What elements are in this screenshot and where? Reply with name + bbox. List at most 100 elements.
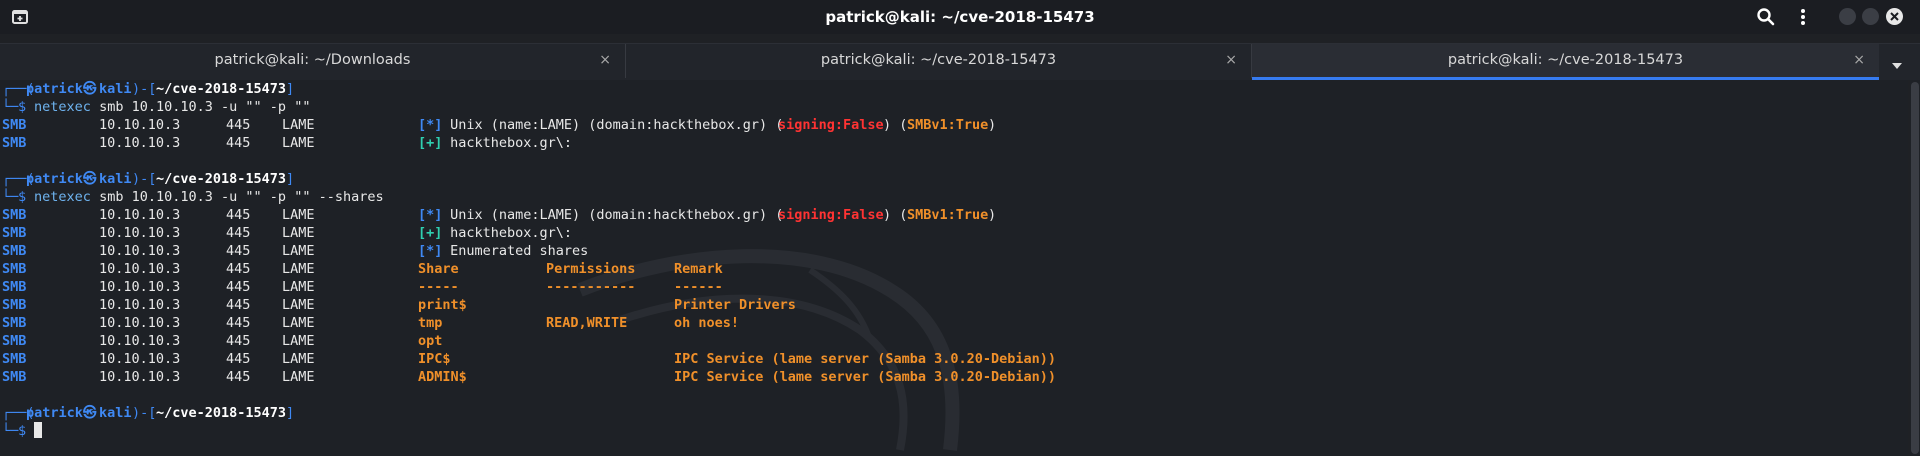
port: 445 [226, 297, 251, 313]
proto-label: SMB [2, 369, 27, 385]
share-name: tmp [418, 315, 443, 331]
output-line: SMB 10.10.10.3 445 LAME [+] hackthebox.g… [2, 224, 1902, 242]
ip-address: 10.10.10.3 [99, 225, 181, 241]
prompt-user: patrick [26, 81, 83, 97]
port: 445 [226, 279, 251, 295]
tab-close-icon[interactable]: × [1225, 52, 1237, 68]
command-line: └─ $ netexec smb 10.10.10.3 -u "" -p "" … [2, 188, 1902, 206]
tab-bar: patrick@kali: ~/Downloads × patrick@kali… [0, 43, 1920, 80]
terminal-scrollbar[interactable] [1910, 80, 1920, 456]
share-divider: ----- [418, 279, 459, 295]
prompt-user: patrick [26, 405, 83, 421]
signing-status: signing:False [778, 117, 884, 133]
info-tag: [*] [418, 243, 443, 259]
tab-downloads[interactable]: patrick@kali: ~/Downloads × [0, 44, 626, 78]
command-args: smb 10.10.10.3 -u "" -p "" [91, 99, 311, 115]
command-name: netexec [34, 99, 91, 115]
prompt-at-icon: ㉿ [83, 171, 97, 187]
ip-address: 10.10.10.3 [99, 333, 181, 349]
tab-label: patrick@kali: ~/Downloads [214, 52, 411, 68]
minimize-icon[interactable] [1839, 8, 1856, 25]
proto-label: SMB [2, 117, 27, 133]
share-row: SMB 10.10.10.3 445 LAME print$ Printer D… [2, 296, 1902, 314]
tab-cve-2018-15473[interactable]: patrick@kali: ~/cve-2018-15473 × [626, 44, 1252, 78]
maximize-icon[interactable] [1862, 8, 1879, 25]
port: 445 [226, 207, 251, 223]
output-line: SMB 10.10.10.3 445 LAME [+] hackthebox.g… [2, 134, 1902, 152]
share-name: IPC$ [418, 351, 451, 367]
share-row: SMB 10.10.10.3 445 LAME ADMIN$ IPC Servi… [2, 368, 1902, 386]
hostname: LAME [282, 369, 315, 385]
command-args: smb 10.10.10.3 -u "" -p "" --shares [91, 189, 384, 205]
ip-address: 10.10.10.3 [99, 117, 181, 133]
output-line: SMB 10.10.10.3 445 LAME [*] Unix (name:L… [2, 206, 1902, 224]
port: 445 [226, 315, 251, 331]
proto-label: SMB [2, 261, 27, 277]
terminal-output[interactable]: ┌──( patrick ㉿ kali )-[ ~/cve-2018-15473… [0, 80, 1908, 456]
port: 445 [226, 333, 251, 349]
port: 445 [226, 117, 251, 133]
tab-cve-2018-15473-active[interactable]: patrick@kali: ~/cve-2018-15473 × [1252, 44, 1879, 80]
port: 445 [226, 261, 251, 277]
prompt-separator: )-[ [132, 81, 157, 97]
enum-text: Enumerated shares [442, 243, 589, 259]
prompt-bracket-end: ] [286, 405, 295, 421]
prompt-path: ~/cve-2018-15473 [156, 171, 287, 187]
close-icon[interactable] [1886, 8, 1903, 25]
tab-close-icon[interactable]: × [1853, 52, 1865, 68]
kebab-menu-icon[interactable] [1796, 6, 1810, 28]
ip-address: 10.10.10.3 [99, 315, 181, 331]
title-bar: patrick@kali: ~/cve-2018-15473 [0, 0, 1920, 34]
ip-address: 10.10.10.3 [99, 135, 181, 151]
share-divider-row: SMB 10.10.10.3 445 LAME ----- ----------… [2, 278, 1902, 296]
prompt-path: ~/cve-2018-15473 [156, 81, 287, 97]
proto-label: SMB [2, 351, 27, 367]
port: 445 [226, 135, 251, 151]
permissions-column-header: Permissions [546, 261, 636, 277]
share-row: SMB 10.10.10.3 445 LAME IPC$ IPC Service… [2, 350, 1902, 368]
output-line: SMB 10.10.10.3 445 LAME [*] Unix (name:L… [2, 116, 1902, 134]
info-text-end: ) [988, 207, 997, 223]
proto-label: SMB [2, 225, 27, 241]
share-header-row: SMB 10.10.10.3 445 LAME Share Permission… [2, 260, 1902, 278]
command-line: └─ $ netexec smb 10.10.10.3 -u "" -p "" [2, 98, 1902, 116]
share-column-header: Share [418, 261, 459, 277]
prompt-host: kali [99, 81, 132, 97]
command-line: └─ $ [2, 422, 1902, 440]
share-name: ADMIN$ [418, 369, 467, 385]
tab-close-icon[interactable]: × [599, 52, 611, 68]
prompt-line: ┌──( patrick ㉿ kali )-[ ~/cve-2018-15473… [2, 170, 1902, 188]
prompt-dollar: $ [18, 423, 27, 439]
prompt-user: patrick [26, 171, 83, 187]
info-text-sep: ) ( [883, 207, 908, 223]
remark-column-header: Remark [674, 261, 723, 277]
prompt-bracket-end: ] [286, 81, 295, 97]
ip-address: 10.10.10.3 [99, 351, 181, 367]
window-title: patrick@kali: ~/cve-2018-15473 [825, 8, 1095, 26]
smbv1-status: SMBv1:True [907, 207, 989, 223]
share-row: SMB 10.10.10.3 445 LAME opt [2, 332, 1902, 350]
share-name: print$ [418, 297, 467, 313]
text-cursor[interactable] [34, 422, 42, 440]
search-icon[interactable] [1755, 6, 1777, 28]
hostname: LAME [282, 315, 315, 331]
ip-address: 10.10.10.3 [99, 369, 181, 385]
hostname: LAME [282, 279, 315, 295]
info-text-sep: ) ( [883, 117, 908, 133]
ip-address: 10.10.10.3 [99, 297, 181, 313]
info-text: Unix (name:LAME) (domain:hackthebox.gr) … [442, 117, 784, 133]
scrollbar-thumb[interactable] [1911, 82, 1919, 454]
hostname: LAME [282, 297, 315, 313]
hostname: LAME [282, 207, 315, 223]
hostname: LAME [282, 135, 315, 151]
prompt-at-icon: ㉿ [83, 81, 97, 97]
success-tag: [+] [418, 225, 443, 241]
prompt-box-bottom: └─ [2, 189, 19, 205]
info-text-end: ) [988, 117, 997, 133]
command-name: netexec [34, 189, 91, 205]
chevron-down-icon[interactable] [1890, 56, 1904, 69]
info-text: Unix (name:LAME) (domain:hackthebox.gr) … [442, 207, 784, 223]
ip-address: 10.10.10.3 [99, 207, 181, 223]
port: 445 [226, 225, 251, 241]
prompt-host: kali [99, 171, 132, 187]
